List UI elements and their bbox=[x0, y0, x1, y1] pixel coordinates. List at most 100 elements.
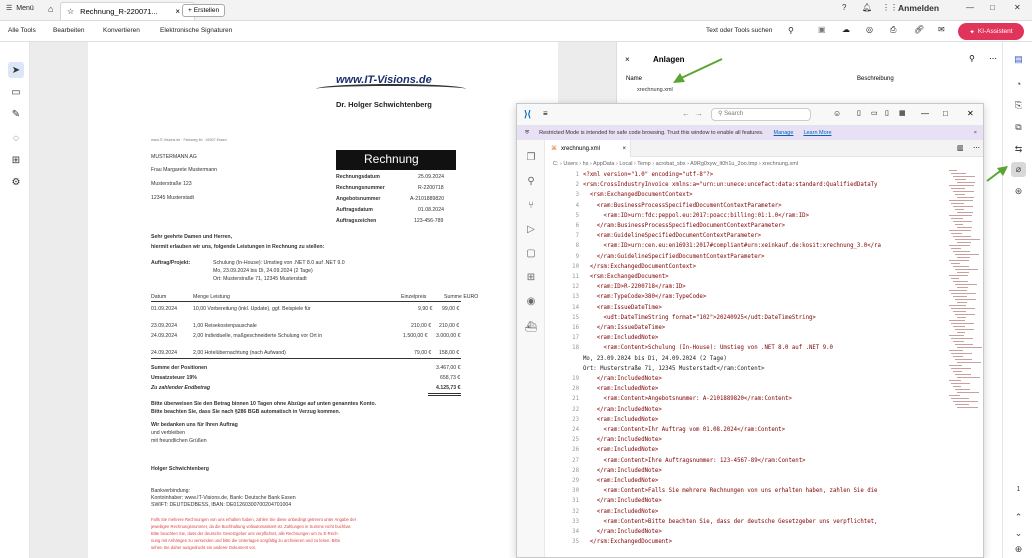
minimap-line bbox=[957, 347, 982, 348]
save-icon[interactable]: ▣ bbox=[818, 25, 826, 34]
column-description-header[interactable]: Beschreibung bbox=[857, 76, 894, 82]
explorer-icon[interactable]: ❐ bbox=[524, 150, 538, 164]
maximize-icon[interactable]: □ bbox=[990, 3, 995, 12]
code-text: <rsm:ExchangedDocumentContext> bbox=[583, 192, 693, 199]
close-tab-icon[interactable]: × bbox=[175, 7, 180, 16]
close-panel-icon[interactable]: × bbox=[625, 55, 630, 64]
notifications-icon[interactable]: 🔔︎ bbox=[862, 3, 872, 12]
layout-sidebar-icon[interactable]: ▯ bbox=[885, 109, 889, 117]
minimize-icon[interactable]: — bbox=[966, 3, 974, 12]
export-pdf-icon[interactable]: ▤ bbox=[1011, 52, 1026, 67]
ai-assistant-button[interactable]: ✦ KI-Assistent bbox=[958, 23, 1024, 40]
menu-item-edit[interactable]: Bearbeiten bbox=[53, 27, 84, 34]
sign-in-button[interactable]: Anmelden bbox=[898, 3, 939, 13]
nav-forward-icon[interactable]: → bbox=[695, 109, 703, 118]
layout-toggle-icon[interactable]: ▯ bbox=[857, 109, 861, 117]
line-number: 8 bbox=[575, 243, 579, 250]
close-window-icon[interactable]: ✕ bbox=[1014, 3, 1021, 12]
manage-link[interactable]: Manage bbox=[774, 130, 794, 136]
breadcrumb[interactable]: C: › Users › hs › AppData › Local › Temp… bbox=[545, 157, 983, 170]
extensions-icon[interactable]: ⊞ bbox=[524, 270, 538, 284]
lasso-icon[interactable]: ◌ bbox=[8, 130, 24, 146]
add-attachment-icon[interactable]: ⚲ bbox=[969, 54, 975, 63]
attachment-file[interactable]: xrechnung.xml bbox=[637, 87, 673, 93]
share-icon[interactable]: ◎ bbox=[866, 25, 873, 34]
code-text: </ram:IssueDateTime> bbox=[583, 325, 666, 331]
select-cursor-icon[interactable]: ➤ bbox=[8, 62, 24, 78]
text-box-icon[interactable]: ⊞ bbox=[8, 152, 24, 168]
print-icon[interactable]: ⎙ bbox=[890, 25, 896, 35]
editor-tab-close-icon[interactable]: × bbox=[622, 146, 626, 152]
page-up-icon[interactable]: ⌃ bbox=[1011, 510, 1026, 525]
home-icon[interactable]: ⌂ bbox=[48, 4, 53, 14]
nav-back-icon[interactable]: ← bbox=[682, 109, 690, 118]
menu-item-convert[interactable]: Konvertieren bbox=[103, 27, 140, 34]
menu-item-all-tools[interactable]: Alle Tools bbox=[8, 27, 36, 34]
vs-maximize-icon[interactable]: □ bbox=[943, 109, 948, 118]
minimap-line bbox=[957, 377, 980, 378]
recipient-line: Frau Margarete Mustermann bbox=[151, 167, 218, 173]
bookmarks-icon[interactable]: ⎘ bbox=[1011, 98, 1026, 113]
zoom-icon[interactable]: ⊕ bbox=[1011, 542, 1026, 557]
mail-icon[interactable]: ✉ bbox=[938, 25, 945, 34]
editor-more-icon[interactable]: ⋯ bbox=[973, 144, 980, 152]
code-text: <ram:IssueDateTime> bbox=[583, 304, 662, 311]
link-icon[interactable]: 🔗︎ bbox=[914, 25, 924, 34]
layout-panel-icon[interactable]: ▭ bbox=[871, 109, 878, 117]
compare-icon[interactable]: ⇆ bbox=[1011, 142, 1026, 157]
apps-grid-icon[interactable]: ⋮⋮ bbox=[882, 3, 898, 12]
plus-icon: + bbox=[188, 7, 192, 14]
split-editor-icon[interactable]: ▥ bbox=[957, 144, 964, 152]
menu-button[interactable]: ☰ Menü bbox=[6, 4, 34, 13]
layout-custom-icon[interactable]: ▦ bbox=[899, 109, 906, 117]
notice-line: Bitte beachten Sie, dass der deutsche Ge… bbox=[151, 531, 339, 536]
menu-item-esign[interactable]: Elektronische Signaturen bbox=[160, 27, 232, 34]
vscode-window[interactable]: ⟩⟨ ≡ ← → ⚲ Search ☺ ▯ ▭ ▯ ▦ — □ ✕ ⛨ Rest… bbox=[516, 103, 984, 558]
create-button[interactable]: + Erstellen bbox=[182, 4, 226, 17]
vs-minimize-icon[interactable]: — bbox=[921, 109, 929, 118]
search-activity-icon[interactable]: ⚲ bbox=[524, 174, 538, 188]
run-debug-icon[interactable]: ▷ bbox=[524, 222, 538, 236]
pages-icon[interactable]: ⧉ bbox=[1011, 120, 1026, 135]
code-text: <ram:IncludedNote> bbox=[583, 416, 659, 423]
cloud-upload-icon[interactable]: ☁ bbox=[842, 25, 850, 34]
search-icon[interactable]: ⚲ bbox=[788, 26, 794, 35]
xml-file-icon: ⌘ bbox=[551, 146, 557, 152]
copilot-icon[interactable]: ☺ bbox=[833, 109, 841, 118]
pen-icon[interactable]: ✎ bbox=[8, 106, 24, 122]
more-options-icon[interactable]: ⋯ bbox=[989, 54, 997, 63]
stamp-icon[interactable]: ⚙ bbox=[8, 174, 24, 190]
minimap-line bbox=[953, 296, 967, 297]
learn-more-link[interactable]: Learn More bbox=[803, 130, 831, 136]
page-down-icon[interactable]: ⌄ bbox=[1011, 526, 1026, 541]
help-icon[interactable]: ? bbox=[842, 3, 846, 12]
invoice-page: www.IT-Visions.de Dr. Holger Schwichtenb… bbox=[88, 42, 558, 558]
line-number: 21 bbox=[572, 396, 579, 403]
minimap-line bbox=[949, 350, 963, 351]
editor-tab-xrechnung[interactable]: ⌘ xrechnung.xml × bbox=[545, 140, 631, 157]
column-name-header[interactable]: Name bbox=[626, 76, 642, 82]
minimap-line bbox=[953, 356, 963, 357]
comments-icon[interactable]: ◔ bbox=[1011, 76, 1026, 91]
remote-explorer-icon[interactable]: ▢ bbox=[524, 246, 538, 260]
minimap-line bbox=[957, 332, 965, 333]
vscode-menu-icon[interactable]: ≡ bbox=[543, 109, 548, 118]
source-control-icon[interactable]: ⑂ bbox=[524, 198, 538, 212]
row-price: 79,00 € bbox=[414, 350, 432, 356]
banner-close-icon[interactable]: × bbox=[974, 130, 977, 136]
star-icon[interactable]: ☆ bbox=[67, 7, 74, 16]
tool-search-label[interactable]: Text oder Tools suchen bbox=[706, 27, 772, 34]
comment-icon[interactable]: ▭ bbox=[8, 84, 24, 100]
vs-close-icon[interactable]: ✕ bbox=[967, 109, 974, 118]
line-number: 2 bbox=[575, 182, 579, 189]
docker-icon[interactable]: ⛴ bbox=[524, 320, 538, 334]
github-icon[interactable]: ◉ bbox=[524, 294, 538, 308]
row-desc: 2,00 Hotelübernachtung (nach Aufwand) bbox=[193, 350, 286, 356]
document-tab[interactable]: ☆ Rechnung_R-220071... × bbox=[60, 2, 195, 20]
attachments-icon[interactable]: ⌀ bbox=[1011, 162, 1026, 177]
layers-icon[interactable]: ⊛ bbox=[1011, 184, 1026, 199]
minimap-line bbox=[951, 383, 970, 384]
minimap[interactable] bbox=[949, 170, 982, 420]
code-editor[interactable]: 1 <?xml version="1.0" encoding="utf-8"?> 2… bbox=[545, 170, 955, 557]
command-search-box[interactable]: ⚲ Search bbox=[711, 108, 811, 121]
